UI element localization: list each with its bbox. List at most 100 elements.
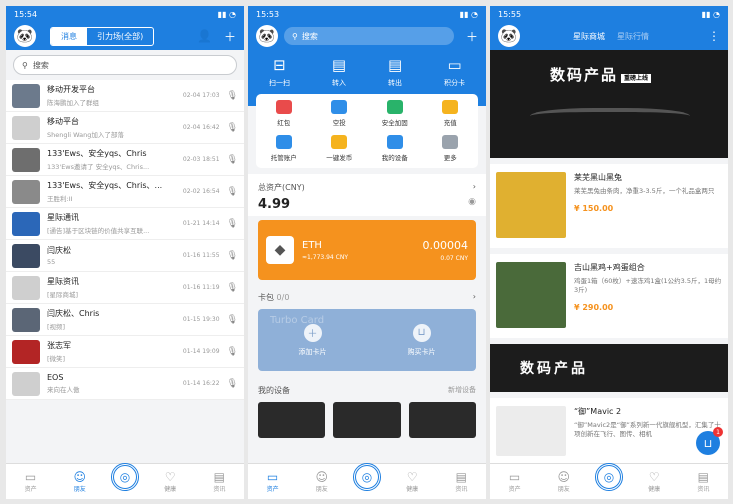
conversation-text: EOS 来向在人傲: [47, 373, 176, 394]
cart-button[interactable]: ⊔ 1: [696, 427, 723, 455]
grid-item[interactable]: 充值: [423, 100, 479, 127]
tab-friends[interactable]: ☺ 朋友: [62, 470, 98, 493]
mic-icon[interactable]: 🎙: [227, 123, 238, 133]
tab-health[interactable]: ♡ 健康: [636, 470, 672, 493]
conversation-avatar: [12, 83, 40, 108]
conversation-row[interactable]: 闫庆松、Chris [视频] 01-15 19:30 🎙: [6, 304, 244, 336]
promo-banner-2[interactable]: 数码产品: [490, 344, 728, 392]
tab-assets[interactable]: ▭ 资产: [13, 470, 49, 493]
conversation-row[interactable]: 星际通讯 [通告]基于区块链的价值共享互联... 01-21 14:14 🎙: [6, 208, 244, 240]
conversation-text: 移动平台 Shengli Wang加入了部落: [47, 116, 176, 139]
tab-mall[interactable]: 星际商城: [573, 31, 605, 42]
product-name: 吉山黑鸡+鸡蛋组合: [574, 263, 645, 272]
conversation-row[interactable]: 闫庆松 55 01-16 11:55 🎙: [6, 240, 244, 272]
product-image: [496, 172, 566, 238]
mic-icon[interactable]: 🎙: [227, 219, 238, 229]
conversation-avatar: [12, 243, 40, 268]
product-info: 莱芜黑山黑兔 莱芜黑兔由条肉，净重3-3.5斤，一个礼品盒两只 ¥ 150.00: [574, 172, 714, 240]
conversation-row[interactable]: 133'Ews、安全yqs、Chris、... 王胜利:II 02-02 16:54…: [6, 176, 244, 208]
conversation-title: 133'Ews、安全yqs、Chris、...: [47, 181, 163, 190]
scan-button[interactable]: ⊟ 扫一扫: [269, 56, 290, 88]
search-icon: ⚲: [22, 60, 28, 70]
transfer-out-button[interactable]: ▤ 转出: [388, 56, 402, 88]
mic-icon[interactable]: 🎙: [227, 155, 238, 165]
mic-icon[interactable]: 🎙: [227, 347, 238, 357]
grid-item-label: 充值: [443, 119, 457, 127]
tab-friends[interactable]: ☺ 朋友: [304, 470, 340, 493]
device-item[interactable]: [258, 402, 326, 438]
product-item[interactable]: 吉山黑鸡+鸡蛋组合 鸡蛋1箱（60枚）+速冻鸡1盒(1公约3.5斤，1母约3斤) ¥…: [490, 254, 728, 338]
avatar[interactable]: 🐼: [14, 25, 36, 47]
more-icon[interactable]: ⋮: [708, 29, 720, 43]
chat-icon: ☺: [315, 470, 329, 484]
contacts-icon[interactable]: 👤: [197, 29, 212, 43]
search-placeholder: 搜索: [301, 31, 318, 41]
grid-item[interactable]: 一键发币: [312, 135, 368, 162]
status-bar: 15:53 ▮▮ ◔: [248, 6, 486, 22]
add-icon[interactable]: ＋: [466, 28, 478, 45]
grid-item[interactable]: 我的设备: [367, 135, 423, 162]
conversation-preview: 陈海鹏加入了群组: [47, 99, 99, 107]
avatar[interactable]: 🐼: [256, 25, 278, 47]
add-card-label: 添加卡片: [298, 347, 327, 356]
grid-item[interactable]: 红包: [256, 100, 312, 127]
conversation-row[interactable]: EOS 来向在人傲 01-14 16:22 🎙: [6, 368, 244, 400]
product-item[interactable]: 莱芜黑山黑兔 莱芜黑兔由条肉，净重3-3.5斤，一个礼品盒两只 ¥ 150.00: [490, 164, 728, 248]
mic-icon[interactable]: 🎙: [227, 283, 238, 293]
grid-item[interactable]: 安全加固: [367, 100, 423, 127]
conversation-row[interactable]: 133'Ews、安全yqs、Chris 133'Ews邀请了 安全yqs、Chri…: [6, 144, 244, 176]
transfer-in-button[interactable]: ▤ 转入: [332, 56, 346, 88]
points-card-button[interactable]: ▭ 积分卡: [444, 56, 465, 88]
chevron-right-icon[interactable]: ›: [473, 292, 476, 303]
mic-icon[interactable]: 🎙: [227, 315, 238, 325]
conversation-row[interactable]: 张志军 [微笑] 01-14 19:09 🎙: [6, 336, 244, 368]
conversation-preview: 来向在人傲: [47, 386, 80, 394]
tab-assets[interactable]: ▭ 资产: [497, 470, 533, 493]
chevron-right-icon[interactable]: ›: [473, 182, 476, 193]
conversation-avatar: [12, 307, 40, 332]
promo-banner[interactable]: 数码产品 重磅上线: [490, 50, 728, 158]
mic-icon[interactable]: 🎙: [227, 187, 238, 197]
eye-icon[interactable]: ◉: [468, 197, 476, 212]
tab-health[interactable]: ♡ 健康: [152, 470, 188, 493]
add-card-button[interactable]: ＋ 添加卡片: [298, 323, 327, 357]
product-item[interactable]: “御”Mavic 2 “御”Mavic2是“御”系列新一代旗舰机型，汇集了十项创新…: [490, 398, 728, 468]
add-device-link[interactable]: 新增设备: [448, 385, 476, 396]
search-input[interactable]: ⚲ 搜索: [284, 27, 454, 45]
tab-assets[interactable]: ▭ 资产: [255, 470, 291, 493]
tab-health[interactable]: ♡ 健康: [394, 470, 430, 493]
cart-badge: 1: [713, 427, 723, 437]
eth-asset-card[interactable]: ◆ ETH ≈1,773.94 CNY 0.00004 0.07 CNY: [258, 220, 476, 280]
grid-item[interactable]: 空投: [312, 100, 368, 127]
center-spiral-button[interactable]: ◎: [594, 462, 623, 491]
conversation-row[interactable]: 移动平台 Shengli Wang加入了部落 02-04 16:42 🎙: [6, 112, 244, 144]
mic-icon[interactable]: 🎙: [227, 91, 238, 101]
tab-market[interactable]: 星际行情: [617, 31, 649, 42]
tab-news[interactable]: ▤ 资讯: [685, 470, 721, 493]
transfer-in-icon: ▤: [331, 56, 347, 74]
transfer-in-label: 转入: [331, 79, 346, 87]
grid-item[interactable]: 更多: [423, 135, 479, 162]
device-item[interactable]: [408, 402, 476, 438]
center-spiral-button[interactable]: ◎: [110, 462, 139, 491]
device-item[interactable]: [333, 402, 401, 438]
grid-item[interactable]: 托管账户: [256, 135, 312, 162]
buy-card-button[interactable]: ⊔ 购买卡片: [408, 323, 436, 357]
conversation-row[interactable]: 星际资讯 [星际商城] 01-16 11:19 🎙: [6, 272, 244, 304]
tab-news[interactable]: ▤ 资讯: [201, 470, 237, 493]
mic-icon[interactable]: 🎙: [227, 251, 238, 261]
tab-messages[interactable]: 消息: [51, 27, 87, 45]
avatar[interactable]: 🐼: [498, 25, 520, 47]
search-input[interactable]: ⚲ 搜索: [13, 55, 237, 75]
product-image: [496, 262, 566, 328]
mic-icon[interactable]: 🎙: [227, 379, 238, 389]
center-spiral-button[interactable]: ◎: [352, 462, 381, 491]
tab-news[interactable]: ▤ 资讯: [443, 470, 479, 493]
grid-item-icon: [442, 100, 459, 114]
tab-friends[interactable]: ☺ 朋友: [546, 470, 582, 493]
tab-plaza[interactable]: 引力场(全部): [87, 28, 153, 45]
conversation-avatar: [12, 179, 40, 204]
status-time: 15:55: [498, 9, 522, 19]
conversation-row[interactable]: 移动开发平台 陈海鹏加入了群组 02-04 17:03 🎙: [6, 80, 244, 112]
add-icon[interactable]: ＋: [224, 28, 236, 45]
